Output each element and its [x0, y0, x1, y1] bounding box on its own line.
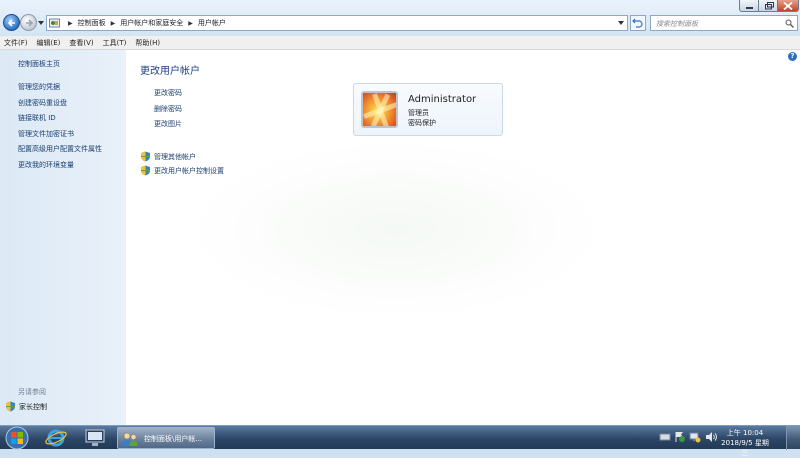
taskbar-active-window-label: 控制面板\用户帐...	[144, 435, 203, 443]
user-accounts-icon	[122, 432, 138, 446]
manage-credentials-link[interactable]: 管理您的凭据	[18, 82, 60, 92]
monitor-icon	[85, 429, 105, 446]
menu-bar: 文件(F) 编辑(E) 查看(V) 工具(T) 帮助(H)	[0, 36, 800, 50]
minimize-button[interactable]	[739, 0, 759, 12]
see-also-heading: 另请参阅	[18, 388, 46, 396]
volume-icon[interactable]	[705, 431, 717, 443]
left-navigation-pane: 控制面板主页 管理您的凭据 创建密码重设盘 链接联机 ID 管理文件加密证书 配…	[0, 50, 126, 425]
page-title: 更改用户帐户	[140, 66, 200, 77]
computer-button[interactable]	[83, 428, 107, 448]
address-field[interactable]: ▶ 控制面板 ▶ 用户帐户和家庭安全 ▶ 用户帐户	[46, 15, 628, 31]
shield-icon	[6, 401, 15, 412]
restore-icon	[765, 2, 774, 10]
remove-password-link[interactable]: 删除密码	[154, 104, 182, 114]
control-panel-icon	[49, 18, 60, 28]
internet-explorer-button[interactable]	[44, 428, 68, 448]
windows-orb-icon	[5, 426, 29, 450]
change-password-link[interactable]: 更改密码	[154, 88, 182, 98]
control-panel-home-link[interactable]: 控制面板主页	[18, 59, 60, 69]
account-card[interactable]: Administrator 管理员 密码保护	[353, 83, 503, 136]
menu-edit[interactable]: 编辑(E)	[37, 38, 61, 48]
back-arrow-icon	[7, 19, 15, 27]
background-pattern	[186, 140, 606, 320]
taskbar-active-window-user-accounts[interactable]: 控制面板\用户帐...	[117, 427, 215, 449]
breadcrumb-control-panel[interactable]: 控制面板	[78, 18, 106, 28]
parental-controls-link[interactable]: 家长控制	[5, 401, 125, 413]
link-online-id-link[interactable]: 链接联机 ID	[18, 113, 56, 123]
close-button[interactable]	[777, 0, 799, 12]
network-icon[interactable]	[689, 431, 701, 443]
change-env-vars-link[interactable]: 更改我的环境变量	[18, 160, 74, 170]
account-name: Administrator	[408, 94, 477, 105]
advanced-profile-properties-link[interactable]: 配置高级用户配置文件属性	[18, 144, 102, 154]
search-placeholder: 搜索控制面板	[656, 20, 698, 28]
change-picture-link[interactable]: 更改图片	[154, 119, 182, 129]
back-button[interactable]	[3, 14, 20, 31]
breadcrumb-separator-icon[interactable]: ▶	[188, 20, 193, 27]
uac-shield-icon	[141, 151, 150, 162]
account-password-status: 密码保护	[408, 119, 436, 127]
system-clock[interactable]: 上午 10:04 2018/9/5 星期三	[720, 428, 770, 458]
menu-help[interactable]: 帮助(H)	[135, 38, 160, 48]
clock-time: 上午 10:04	[726, 429, 764, 437]
help-icon[interactable]: ?	[788, 52, 797, 61]
minimize-icon	[746, 7, 753, 9]
breadcrumb-user-accounts-family[interactable]: 用户帐户和家庭安全	[120, 18, 183, 28]
taskbar: 控制面板\用户帐... 上午 10:04 2018/9/5 星期三	[0, 425, 800, 457]
create-reset-disk-link[interactable]: 创建密码重设盘	[18, 98, 67, 108]
internet-explorer-icon	[45, 429, 67, 447]
menu-file[interactable]: 文件(F)	[4, 38, 28, 48]
search-icon[interactable]	[785, 19, 794, 28]
forward-arrow-icon	[26, 19, 34, 27]
parental-controls-label: 家长控制	[19, 403, 47, 411]
forward-button[interactable]	[20, 14, 37, 31]
manage-other-accounts-label: 管理其他帐户	[154, 153, 196, 161]
breadcrumb-separator-icon[interactable]: ▶	[111, 20, 116, 27]
clock-date: 2018/9/5 星期三	[721, 439, 769, 457]
breadcrumb-user-accounts[interactable]: 用户帐户	[198, 18, 226, 28]
refresh-button[interactable]	[630, 15, 646, 31]
uac-settings-label: 更改用户帐户控制设置	[154, 167, 224, 175]
close-icon	[783, 2, 793, 10]
search-input[interactable]: 搜索控制面板	[650, 15, 798, 31]
breadcrumb-separator-icon[interactable]: ▶	[68, 20, 73, 27]
show-desktop-button[interactable]	[786, 426, 800, 450]
account-picture[interactable]	[361, 91, 398, 128]
manage-encryption-certs-link[interactable]: 管理文件加密证书	[18, 129, 74, 139]
recent-pages-chevron-icon[interactable]	[38, 20, 44, 26]
action-center-flag-icon[interactable]	[674, 431, 686, 443]
breadcrumb: ▶ 控制面板 ▶ 用户帐户和家庭安全 ▶ 用户帐户	[63, 16, 226, 30]
menu-tools[interactable]: 工具(T)	[103, 38, 127, 48]
maximize-button[interactable]	[758, 0, 778, 12]
menu-view[interactable]: 查看(V)	[69, 38, 93, 48]
uac-shield-icon	[141, 165, 150, 176]
address-bar-area: ▶ 控制面板 ▶ 用户帐户和家庭安全 ▶ 用户帐户 搜索控制面板	[0, 0, 800, 36]
address-dropdown-icon[interactable]	[618, 20, 624, 26]
keyboard-tray-icon[interactable]	[659, 431, 671, 443]
refresh-icon	[632, 18, 643, 28]
start-button[interactable]	[3, 426, 31, 450]
account-role: 管理员	[408, 109, 429, 117]
main-content: ? 更改用户帐户 更改密码 删除密码 更改图片 管理其他帐户 更改用户帐户控制设…	[126, 50, 800, 425]
